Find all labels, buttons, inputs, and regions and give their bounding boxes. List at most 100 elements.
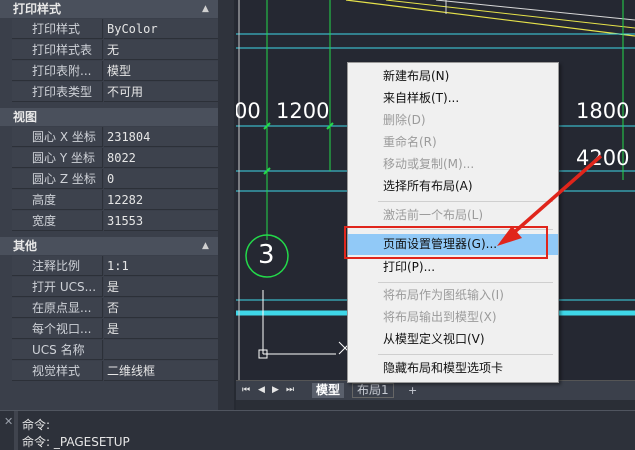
prop-key: 宽度 (12, 211, 103, 231)
prop-key: 打开 UCS... (12, 277, 103, 297)
command-history-line: 命令: _PAGESETUP (22, 435, 130, 449)
tab-model[interactable]: 模型 (312, 383, 345, 398)
menu-item-hide-layout-tabs[interactable]: 隐藏布局和模型选项卡 (348, 358, 558, 379)
menu-item-import-layout-as-sheet[interactable]: 将布局作为图纸输入(I) (348, 285, 558, 306)
next-tab-icon[interactable]: ▶ (272, 385, 279, 395)
prop-row[interactable]: 圆心 Y 坐标 8022 (12, 148, 218, 169)
prop-row[interactable]: 在原点显... 否 (12, 298, 218, 319)
prop-key: 打印样式 (12, 19, 103, 39)
menu-item-new-layout[interactable]: 新建布局(N) (348, 66, 558, 87)
prop-value[interactable]: 不可用 (104, 82, 218, 102)
prop-value[interactable]: 231804 (104, 127, 218, 147)
menu-separator (378, 201, 553, 202)
prop-value[interactable] (104, 340, 218, 360)
prop-row[interactable]: 打开 UCS... 是 (12, 277, 218, 298)
dimension-text: 4200 (576, 146, 630, 170)
menu-item-select-all-layouts[interactable]: 选择所有布局(A) (348, 176, 558, 197)
prev-tab-icon[interactable]: ◀ (258, 385, 265, 395)
prop-value[interactable]: 是 (104, 277, 218, 297)
prop-row[interactable]: 每个视口... 是 (12, 319, 218, 340)
prop-key: 高度 (12, 190, 103, 210)
section-header-view[interactable]: 视图 (0, 108, 218, 126)
menu-item-plot[interactable]: 打印(P)... (348, 257, 558, 278)
section-title: 打印样式 (13, 2, 62, 16)
command-history-line: 命令: (22, 418, 51, 432)
prop-value[interactable]: 二维线框 (104, 361, 218, 381)
collapse-icon[interactable]: ▲ (202, 237, 209, 255)
prop-row[interactable]: 圆心 Z 坐标 0 (12, 169, 218, 190)
tab-layout1[interactable]: 布局1 (352, 383, 394, 398)
prop-value[interactable]: 1:1 (104, 256, 218, 276)
menu-item-from-template[interactable]: 来自样板(T)... (348, 88, 558, 109)
prop-key: 在原点显... (12, 298, 103, 318)
menu-item-move-copy[interactable]: 移动或复制(M)... (348, 154, 558, 175)
menu-item-label: 隐藏布局和模型选项卡 (383, 361, 504, 375)
menu-item-label: 将布局作为图纸输入(I) (383, 288, 504, 302)
command-line[interactable]: ✕ 命令: 命令: _PAGESETUP (0, 410, 635, 450)
prop-key: 打印样式表 (12, 40, 103, 60)
prop-value[interactable]: 12282 (104, 190, 218, 210)
close-icon[interactable]: ✕ (4, 415, 13, 428)
section-header-other[interactable]: 其他 ▲ (0, 237, 218, 255)
menu-item-label: 打印(P)... (383, 260, 436, 274)
prop-key: 圆心 X 坐标 (12, 127, 103, 147)
prop-key: UCS 名称 (12, 340, 103, 360)
prop-row[interactable]: 圆心 X 坐标 231804 (12, 127, 218, 148)
collapse-icon[interactable]: ▲ (202, 0, 209, 18)
prop-row[interactable]: 打印样式表 无 (12, 40, 218, 61)
axis-bubble-label: 3 (258, 240, 275, 270)
prop-row[interactable]: 宽度 31553 (12, 211, 218, 232)
prop-value[interactable]: 模型 (104, 61, 218, 81)
prop-key: 打印表附... (12, 61, 103, 81)
prop-row[interactable]: 高度 12282 (12, 190, 218, 211)
menu-item-label: 删除(D) (383, 113, 426, 127)
prop-value[interactable]: 否 (104, 298, 218, 318)
menu-separator (378, 282, 553, 283)
menu-item-label: 移动或复制(M)... (383, 157, 475, 171)
status-strip (236, 400, 635, 410)
first-tab-icon[interactable]: ⏮ (242, 385, 250, 395)
dimension-text: 00 (236, 99, 261, 123)
menu-item-delete[interactable]: 删除(D) (348, 110, 558, 131)
prop-key: 圆心 Z 坐标 (12, 169, 103, 189)
menu-item-label: 激活前一个布局(L) (383, 208, 484, 222)
prop-value[interactable]: 是 (104, 319, 218, 339)
dimension-text: 1200 (276, 99, 330, 123)
prop-row[interactable]: 注释比例 1:1 (12, 256, 218, 277)
prop-value[interactable]: 31553 (104, 211, 218, 231)
add-layout-tab[interactable]: + (404, 383, 421, 398)
menu-separator (378, 354, 553, 355)
menu-item-export-layout-to-model[interactable]: 将布局输出到模型(X) (348, 307, 558, 328)
prop-value[interactable]: ByColor (104, 19, 218, 39)
prop-value[interactable]: 8022 (104, 148, 218, 168)
menu-item-label: 选择所有布局(A) (383, 179, 473, 193)
prop-row[interactable]: 视觉样式 二维线框 (12, 361, 218, 382)
menu-item-label: 将布局输出到模型(X) (383, 310, 497, 324)
layout-tab-context-menu: 新建布局(N) 来自样板(T)... 删除(D) 重命名(R) 移动或复制(M)… (347, 62, 559, 383)
menu-item-rename[interactable]: 重命名(R) (348, 132, 558, 153)
command-grip[interactable] (14, 411, 18, 450)
last-tab-icon[interactable]: ⏭ (286, 385, 294, 395)
menu-item-label: 重命名(R) (383, 135, 437, 149)
prop-row[interactable]: UCS 名称 (12, 340, 218, 361)
prop-value[interactable]: 无 (104, 40, 218, 60)
menu-item-label: 新建布局(N) (383, 69, 450, 83)
section-title: 视图 (13, 110, 38, 124)
dimension-text: 1800 (576, 99, 630, 123)
prop-row[interactable]: 打印样式 ByColor (12, 19, 218, 40)
palette-scrollbar[interactable] (218, 0, 234, 410)
prop-key: 注释比例 (12, 256, 103, 276)
prop-row[interactable]: 打印表类型 不可用 (12, 82, 218, 103)
properties-palette: 打印样式 ▲ 打印样式 ByColor 打印样式表 无 打印表附... 模型 打… (0, 0, 234, 410)
menu-item-label: 从模型定义视口(V) (383, 332, 485, 346)
menu-item-activate-previous[interactable]: 激活前一个布局(L) (348, 205, 558, 226)
menu-item-label: 来自样板(T)... (383, 91, 460, 105)
section-title: 其他 (13, 239, 38, 253)
prop-value[interactable]: 0 (104, 169, 218, 189)
section-header-print-style[interactable]: 打印样式 ▲ (0, 0, 218, 18)
annotation-highlight-box (344, 226, 548, 259)
prop-key: 打印表类型 (12, 82, 103, 102)
menu-item-define-viewports[interactable]: 从模型定义视口(V) (348, 329, 558, 350)
prop-row[interactable]: 打印表附... 模型 (12, 61, 218, 82)
prop-key: 视觉样式 (12, 361, 103, 381)
